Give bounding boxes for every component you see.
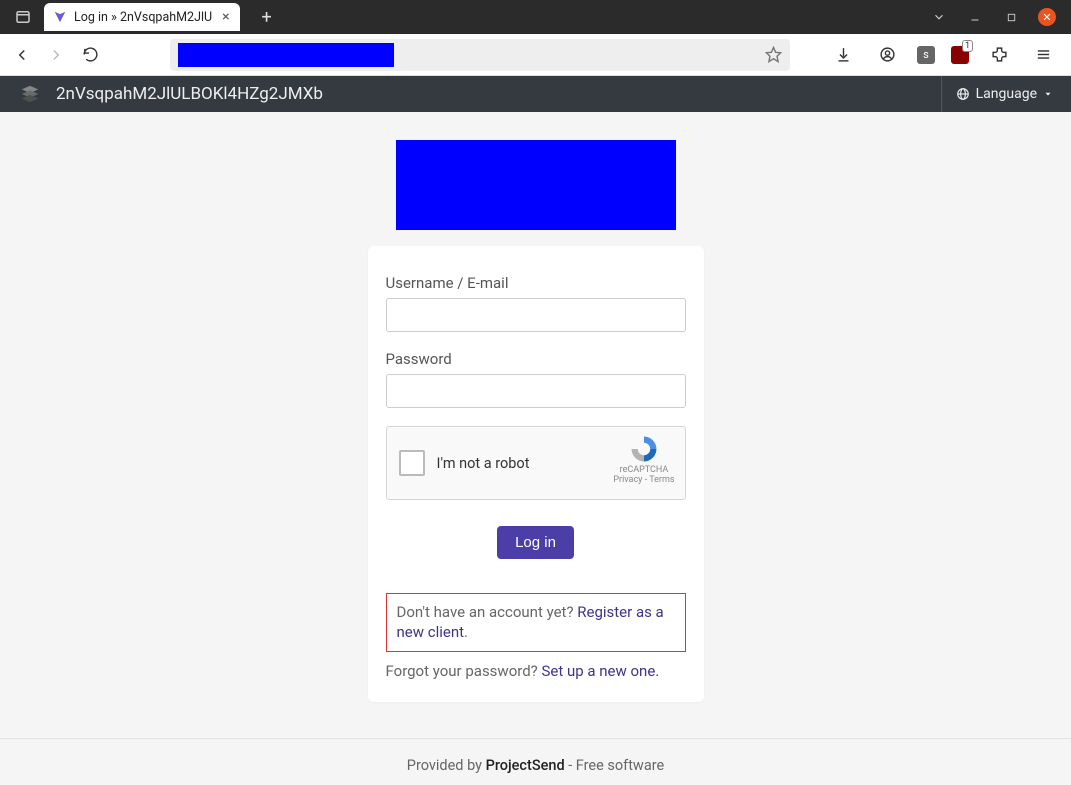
- register-prompt: Don't have an account yet?: [397, 603, 578, 621]
- extension-ublock-badge: 1: [962, 40, 973, 52]
- password-label: Password: [386, 350, 686, 368]
- footer-suffix: - Free software: [565, 757, 665, 774]
- footer-divider: [0, 738, 1071, 739]
- login-button[interactable]: Log in: [497, 526, 574, 559]
- username-input[interactable]: [386, 298, 686, 332]
- site-title: 2nVsqpahM2JlULBOKl4HZg2JMXb: [56, 84, 323, 104]
- account-button[interactable]: [873, 41, 901, 69]
- downloads-button[interactable]: [829, 41, 857, 69]
- username-label: Username / E-mail: [386, 274, 686, 292]
- register-suffix: .: [464, 623, 468, 641]
- footer: Provided by ProjectSend - Free software: [0, 757, 1071, 785]
- window-close-button[interactable]: ✕: [1037, 7, 1057, 27]
- forgot-link[interactable]: Set up a new one.: [541, 662, 659, 680]
- app-header: 2nVsqpahM2JlULBOKl4HZg2JMXb Language: [0, 76, 1071, 112]
- app-menu-button[interactable]: [1029, 41, 1057, 69]
- window-controls: ✕: [929, 7, 1065, 27]
- brand-logo-placeholder: [396, 140, 676, 230]
- new-tab-button[interactable]: +: [254, 4, 280, 30]
- nav-reload-button[interactable]: [76, 41, 104, 69]
- app-logo-icon: [18, 82, 42, 106]
- recaptcha-terms-link[interactable]: Terms: [649, 475, 674, 485]
- extension-s-icon[interactable]: s: [917, 46, 935, 64]
- extension-ublock-icon[interactable]: 1: [951, 46, 969, 64]
- extensions-button[interactable]: [985, 41, 1013, 69]
- url-bar[interactable]: [170, 39, 790, 71]
- nav-forward-button[interactable]: [42, 41, 70, 69]
- recaptcha-brand: reCAPTCHA: [613, 465, 674, 475]
- footer-provided-by: Provided by: [407, 757, 486, 774]
- browser-tab-strip: Log in » 2nVsqpahM2JlU × + ✕: [0, 0, 1071, 34]
- browser-tab-active[interactable]: Log in » 2nVsqpahM2JlU ×: [44, 3, 240, 31]
- recaptcha-text: I'm not a robot: [437, 455, 530, 472]
- bookmark-star-icon[interactable]: [765, 46, 782, 63]
- recaptcha-widget: I'm not a robot reCAPTCHA Privacy - Term…: [386, 426, 686, 500]
- recaptcha-privacy-link[interactable]: Privacy: [613, 475, 642, 485]
- window-maximize-button[interactable]: [1001, 7, 1021, 27]
- caret-down-icon: [1043, 89, 1053, 99]
- window-minimize-button[interactable]: [965, 7, 985, 27]
- login-card: Username / E-mail Password I'm not a rob…: [368, 246, 704, 702]
- forgot-password-row: Forgot your password? Set up a new one.: [386, 662, 686, 680]
- recaptcha-logo-icon: [628, 435, 660, 463]
- tab-close-button[interactable]: ×: [222, 9, 229, 25]
- tab-favicon: [52, 9, 68, 25]
- register-callout: Don't have an account yet? Register as a…: [386, 593, 686, 652]
- forgot-prompt: Forgot your password?: [386, 662, 542, 680]
- browser-toolbar: s 1: [0, 34, 1071, 76]
- tab-overview-button[interactable]: [929, 7, 949, 27]
- recaptcha-checkbox[interactable]: [399, 450, 425, 476]
- tab-title: Log in » 2nVsqpahM2JlU: [74, 10, 212, 25]
- language-label: Language: [976, 86, 1037, 102]
- footer-product-link[interactable]: ProjectSend: [486, 757, 565, 774]
- language-dropdown[interactable]: Language: [941, 76, 1053, 112]
- password-input[interactable]: [386, 374, 686, 408]
- url-masked-region: [178, 43, 394, 67]
- page-content: Username / E-mail Password I'm not a rob…: [0, 112, 1071, 785]
- globe-icon: [956, 87, 970, 101]
- nav-back-button[interactable]: [8, 41, 36, 69]
- recaptcha-legal: Privacy - Terms: [613, 475, 674, 485]
- tab-list-button[interactable]: [6, 3, 40, 31]
